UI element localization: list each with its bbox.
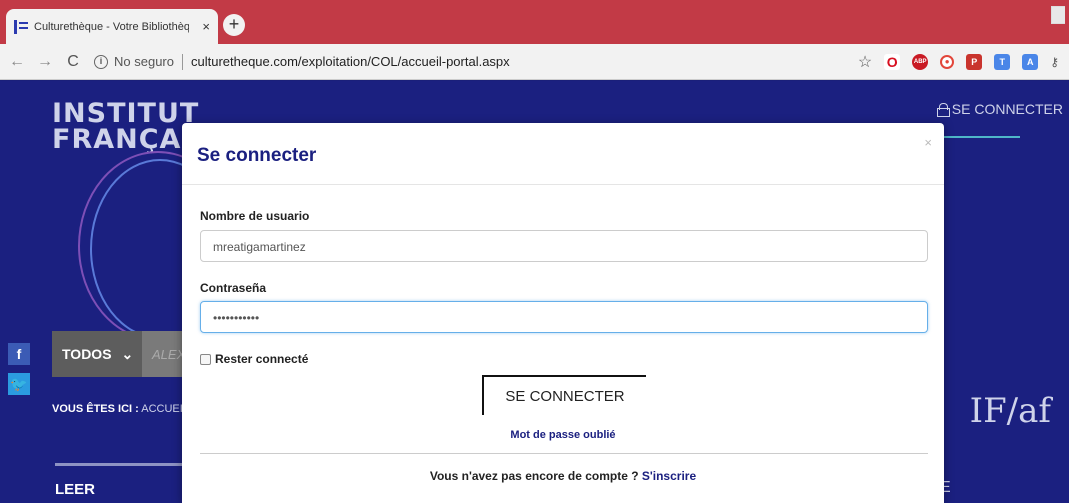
- url-text[interactable]: culturetheque.com/exploitation/COL/accue…: [191, 54, 510, 69]
- password-field[interactable]: •••••••••••: [200, 301, 928, 333]
- pdf-icon[interactable]: P: [966, 53, 983, 70]
- record-icon[interactable]: ●: [940, 54, 955, 69]
- section-title: LEER: [55, 481, 96, 498]
- security-label: No seguro: [114, 54, 174, 69]
- translate-icon[interactable]: T: [994, 53, 1011, 70]
- chevron-down-icon: ⌄: [121, 345, 134, 362]
- top-connect-link[interactable]: SE CONNECTER: [936, 101, 1063, 117]
- bookmark-star-icon[interactable]: ☆: [858, 52, 872, 72]
- opera-icon[interactable]: O: [884, 53, 901, 70]
- lock-icon: [936, 103, 950, 117]
- omnibox[interactable]: i No seguro culturetheque.com/exploitati…: [94, 49, 858, 75]
- register-text: Vous n'avez pas encore de compte ? S'ins…: [429, 469, 697, 483]
- username-label: Nombre de usuario: [200, 209, 310, 223]
- modal-header: Se connecter ×: [182, 123, 944, 185]
- facebook-icon[interactable]: f: [8, 343, 30, 365]
- omnibox-separator: [181, 53, 183, 70]
- adblock-icon[interactable]: ABP: [912, 53, 929, 70]
- password-label: Contraseña: [200, 281, 267, 295]
- address-bar: ← → C i No seguro culturetheque.com/expl…: [0, 44, 1069, 80]
- docs-icon[interactable]: A: [1022, 53, 1039, 70]
- window-control[interactable]: [1051, 6, 1065, 24]
- ifaf-logo: IF/af: [969, 391, 1051, 431]
- tab-close-icon[interactable]: ×: [202, 19, 210, 34]
- breadcrumb: VOUS ÊTES ICI : ACCUEIL: [52, 403, 189, 415]
- submit-button[interactable]: SE CONNECTER: [482, 375, 646, 415]
- section-rule: [55, 463, 195, 466]
- new-tab-button[interactable]: +: [223, 14, 245, 36]
- reload-icon[interactable]: C: [62, 53, 84, 71]
- modal-divider: [200, 453, 928, 454]
- remember-checkbox[interactable]: [200, 353, 211, 365]
- key-icon[interactable]: ⚷: [1050, 55, 1059, 69]
- modal-title: Se connecter: [197, 145, 317, 166]
- register-link[interactable]: S'inscrire: [642, 469, 696, 483]
- extension-toolbar: ☆ O ABP ● P T A ⚷: [858, 52, 1059, 72]
- browser-tabbar: Culturethèque - Votre Bibliothèq × +: [0, 0, 1069, 44]
- remember-me[interactable]: Rester connecté: [200, 352, 308, 366]
- username-field[interactable]: mreatigamartinez: [200, 230, 928, 262]
- twitter-icon[interactable]: 🐦: [8, 373, 30, 395]
- login-modal: Se connecter × Nombre de usuario mreatig…: [182, 123, 944, 503]
- back-icon[interactable]: ←: [6, 53, 28, 71]
- remember-label: Rester connecté: [215, 352, 309, 366]
- site-favicon-icon: [14, 19, 28, 34]
- browser-tab[interactable]: Culturethèque - Votre Bibliothèq ×: [6, 9, 218, 44]
- tab-title: Culturethèque - Votre Bibliothèq: [34, 20, 189, 33]
- forgot-password-link[interactable]: Mot de passe oublié: [182, 429, 944, 441]
- search-category-select[interactable]: TODOS ⌄: [52, 331, 142, 377]
- close-icon[interactable]: ×: [924, 135, 932, 150]
- search-input[interactable]: ALEX: [152, 347, 185, 362]
- forward-icon[interactable]: →: [34, 53, 56, 71]
- info-icon[interactable]: i: [94, 54, 108, 69]
